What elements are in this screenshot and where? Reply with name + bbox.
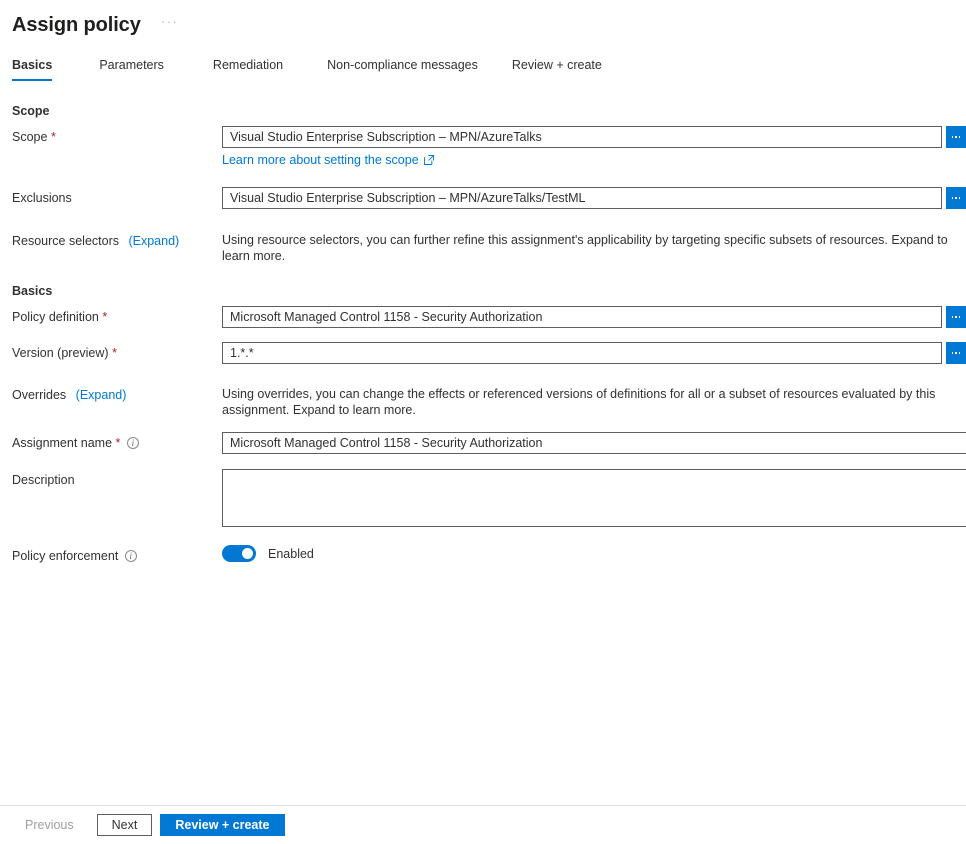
dot-icon [955,315,957,319]
policy-definition-input[interactable] [222,306,942,328]
policy-definition-input-group [222,306,966,328]
page-header: Assign policy ··· [0,0,966,50]
label-policy-enforcement-text: Policy enforcement [12,549,119,563]
wizard-tabs: Basics Parameters Remediation Non-compli… [0,58,966,88]
wizard-footer: Previous Next Review + create [0,806,966,844]
review-create-button[interactable]: Review + create [160,814,285,836]
label-scope-text: Scope [12,130,48,144]
dot-icon [955,351,957,355]
field-assignment-name [222,432,966,454]
version-browse-button[interactable] [946,342,966,364]
learn-more-scope-link[interactable]: Learn more about setting the scope [222,153,434,167]
dot-icon [952,135,954,139]
label-description: Description [12,473,75,487]
dot-icon [958,315,960,319]
tab-parameters[interactable]: Parameters [99,58,164,81]
scope-browse-button[interactable] [946,126,966,148]
exclusions-browse-button[interactable] [946,187,966,209]
policy-definition-browse-button[interactable] [946,306,966,328]
label-overrides-text: Overrides [12,388,67,402]
dot-icon [958,351,960,355]
overrides-description: Using overrides, you can change the effe… [222,387,936,417]
tab-remediation[interactable]: Remediation [213,58,283,81]
toggle-knob [242,548,253,559]
label-exclusions: Exclusions [12,191,72,205]
policy-enforcement-state: Enabled [268,546,314,561]
dot-icon [958,135,960,139]
previous-button[interactable]: Previous [10,814,89,836]
field-row-overrides: Overrides (Expand) Using overrides, you … [0,384,966,418]
tab-non-compliance-messages[interactable]: Non-compliance messages [327,58,478,81]
exclusions-input-group [222,187,966,209]
tab-review-create[interactable]: Review + create [512,58,602,81]
field-row-assignment-name: Assignment name * i [0,432,966,454]
version-input[interactable] [222,342,942,364]
resource-selectors-expand-link[interactable]: (Expand) [128,234,179,248]
learn-more-scope-label: Learn more about setting the scope [222,153,419,167]
field-version [222,342,966,364]
field-row-scope: Scope * Learn more about setting the sco… [0,126,966,169]
label-resource-selectors-text: Resource selectors [12,234,119,248]
label-policy-enforcement: Policy enforcement i [12,545,222,564]
dot-icon [952,351,954,355]
field-description [222,469,966,527]
label-assignment-name-text: Assignment name [12,436,113,450]
label-version: Version (preview) * [12,342,222,361]
version-input-group [222,342,966,364]
field-scope: Learn more about setting the scope [222,126,966,169]
next-button[interactable]: Next [96,814,153,836]
dot-icon [955,135,957,139]
assignment-name-input[interactable] [222,432,966,454]
assign-policy-page: Assign policy ··· Basics Parameters Reme… [0,0,966,844]
field-policy-definition [222,306,966,328]
field-row-policy-definition: Policy definition * [0,306,966,328]
dot-icon [952,315,954,319]
label-scope: Scope * [12,126,222,145]
required-marker: * [50,130,56,144]
external-link-icon [423,155,434,165]
resource-selectors-description: Using resource selectors, you can furthe… [222,233,948,263]
required-marker: * [115,436,121,450]
info-icon[interactable]: i [124,550,137,562]
label-version-text: Version (preview) [12,346,109,360]
more-options-icon[interactable]: ··· [161,15,179,33]
label-policy-definition-text: Policy definition [12,310,99,324]
scope-input[interactable] [222,126,942,148]
field-policy-enforcement: Enabled [222,545,966,562]
section-heading-scope: Scope [12,104,50,118]
tab-basics[interactable]: Basics [12,58,53,81]
field-row-version: Version (preview) * [0,342,966,364]
info-icon[interactable]: i [126,437,139,449]
required-marker: * [112,346,117,360]
field-row-policy-enforcement: Policy enforcement i Enabled [0,545,966,564]
section-heading-basics: Basics [12,284,53,298]
label-overrides: Overrides (Expand) [12,384,222,403]
assignment-name-input-group [222,432,966,454]
page-title: Assign policy [12,13,141,36]
dot-icon [952,196,954,200]
required-marker: * [102,310,108,324]
field-row-description: Description [0,469,966,527]
field-row-exclusions: Exclusions [0,187,966,209]
exclusions-input[interactable] [222,187,942,209]
policy-enforcement-toggle[interactable] [222,545,256,562]
field-row-resource-selectors: Resource selectors (Expand) Using resour… [0,230,966,264]
label-assignment-name: Assignment name * i [12,432,222,451]
label-resource-selectors: Resource selectors (Expand) [12,230,222,249]
field-exclusions [222,187,966,209]
field-resource-selectors: Using resource selectors, you can furthe… [222,230,966,264]
description-input-group [222,469,966,527]
dot-icon [958,196,960,200]
field-overrides: Using overrides, you can change the effe… [222,384,966,418]
dot-icon [955,196,957,200]
description-textarea[interactable] [222,469,966,527]
scope-input-group [222,126,966,148]
assign-policy-form: Scope Scope * Learn more about setting t… [0,104,966,564]
overrides-expand-link[interactable]: (Expand) [76,388,127,402]
label-policy-definition: Policy definition * [12,306,222,325]
